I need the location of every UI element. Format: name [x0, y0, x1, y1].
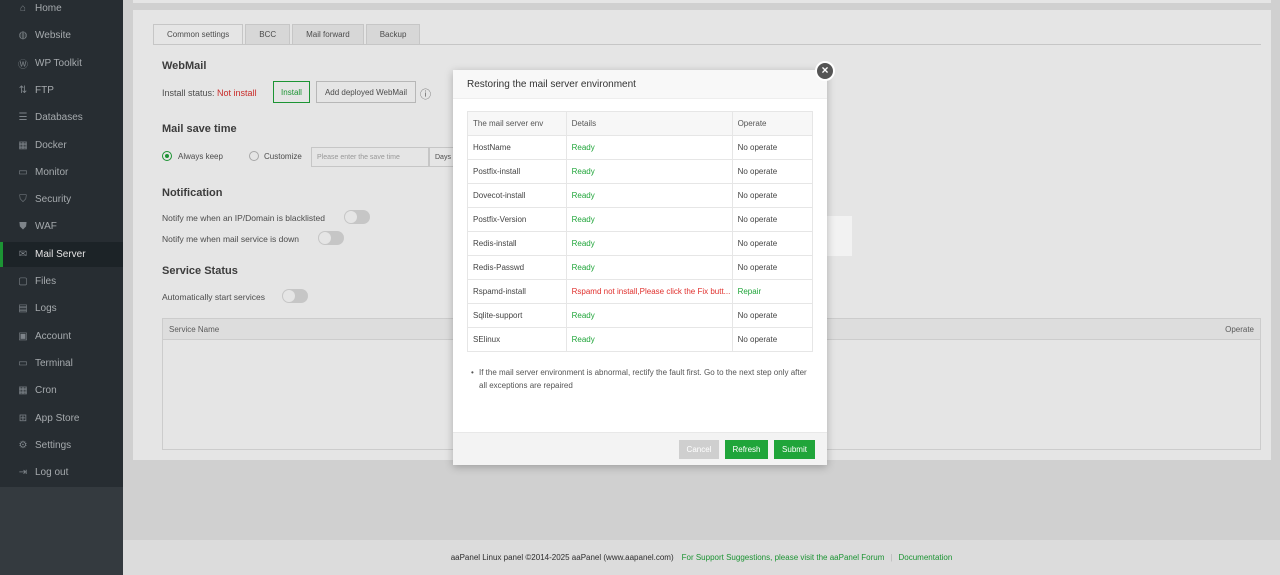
env-details-cell: Ready	[565, 255, 733, 280]
dialog-note: If the mail server environment is abnorm…	[471, 366, 813, 392]
env-name-cell: Dovecot-install	[467, 183, 567, 208]
env-row: Sqlite-support Ready No operate	[467, 303, 814, 328]
close-icon[interactable]: ×	[815, 61, 835, 81]
env-details-cell: Ready	[565, 303, 733, 328]
background-popover	[826, 216, 852, 256]
env-row: Redis-Passwd Ready No operate	[467, 255, 814, 280]
env-row: Postfix-install Ready No operate	[467, 159, 814, 184]
env-operate-cell: No operate	[731, 255, 814, 280]
env-name-cell: Rspamd-install	[467, 279, 567, 304]
env-row: Postfix-Version Ready No operate	[467, 207, 814, 232]
env-operate-cell: No operate	[731, 135, 814, 160]
env-details-cell: Ready	[565, 183, 733, 208]
env-operate-cell: No operate	[731, 231, 814, 256]
env-details-cell: Ready	[565, 159, 733, 184]
env-table-header: The mail server env Details Operate	[467, 111, 814, 136]
env-name-cell: SElinux	[467, 327, 567, 352]
env-operate-cell: No operate	[731, 207, 814, 232]
env-column-header: The mail server env	[467, 111, 567, 136]
repair-link[interactable]: Repair	[731, 279, 814, 304]
env-name-cell: Postfix-install	[467, 159, 567, 184]
env-name-cell: Sqlite-support	[467, 303, 567, 328]
cancel-button[interactable]: Cancel	[679, 440, 719, 459]
env-operate-cell: No operate	[731, 159, 814, 184]
env-operate-cell: No operate	[731, 303, 814, 328]
env-name-cell: HostName	[467, 135, 567, 160]
env-details-cell: Ready	[565, 327, 733, 352]
operate-column-header: Operate	[731, 111, 814, 136]
refresh-button[interactable]: Refresh	[725, 440, 768, 459]
env-row: Redis-install Ready No operate	[467, 231, 814, 256]
env-details-cell: Ready	[565, 207, 733, 232]
dialog-title: Restoring the mail server environment	[453, 70, 827, 99]
env-table: The mail server env Details Operate Host…	[467, 111, 814, 352]
details-column-header: Details	[565, 111, 733, 136]
env-operate-cell: No operate	[731, 183, 814, 208]
env-name-cell: Postfix-Version	[467, 207, 567, 232]
env-name-cell: Redis-install	[467, 231, 567, 256]
env-operate-cell: No operate	[731, 327, 814, 352]
env-row: SElinux Ready No operate	[467, 327, 814, 352]
submit-button[interactable]: Submit	[774, 440, 815, 459]
dialog-footer: Cancel Refresh Submit	[453, 432, 827, 465]
restore-env-dialog: Restoring the mail server environment Th…	[453, 70, 827, 465]
env-row: HostName Ready No operate	[467, 135, 814, 160]
env-details-cell: Ready	[565, 231, 733, 256]
dialog-note-text: If the mail server environment is abnorm…	[479, 368, 807, 390]
env-details-cell: Ready	[565, 135, 733, 160]
env-row: Dovecot-install Ready No operate	[467, 183, 814, 208]
env-details-cell: Rspamd not install,Please click the Fix …	[565, 279, 733, 304]
env-row: Rspamd-install Rspamd not install,Please …	[467, 279, 814, 304]
env-name-cell: Redis-Passwd	[467, 255, 567, 280]
